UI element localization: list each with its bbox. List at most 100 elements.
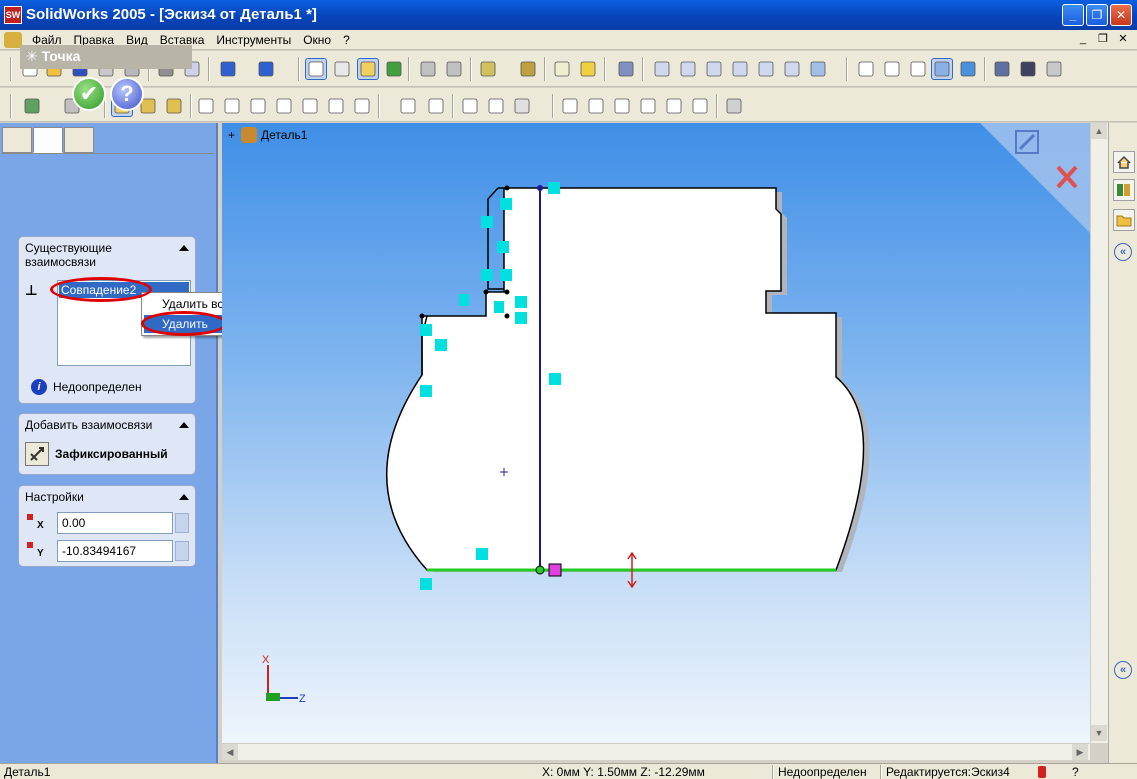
wireframe-icon[interactable] — [856, 59, 876, 79]
move-entities-icon[interactable] — [690, 96, 710, 116]
help-tool-icon[interactable] — [578, 59, 598, 79]
vertical-scrollbar[interactable]: ▲ ▼ — [1090, 123, 1108, 743]
feature-manager-tab[interactable] — [2, 127, 32, 153]
scroll-right-icon[interactable]: ▶ — [1072, 744, 1088, 760]
folder-icon[interactable] — [1113, 209, 1135, 231]
collapse-arrow-icon[interactable] — [179, 422, 189, 428]
collapse-arrow-icon[interactable] — [179, 494, 189, 500]
extend-icon[interactable] — [486, 96, 506, 116]
fix-relation-button[interactable] — [25, 442, 49, 466]
spline-tool-icon[interactable] — [164, 96, 184, 116]
collapse-task-pane-icon[interactable]: « — [1114, 243, 1132, 261]
circular-pattern-icon[interactable] — [664, 96, 684, 116]
properties-icon[interactable] — [552, 59, 572, 79]
tangent-relation-icon[interactable] — [420, 578, 432, 590]
three-point-arc-icon[interactable] — [326, 96, 346, 116]
arc-tool-icon[interactable] — [274, 96, 294, 116]
horizontal-scrollbar[interactable]: ◀ ▶ — [222, 743, 1090, 760]
hidden-lines-icon[interactable] — [882, 59, 902, 79]
circle-tool-icon[interactable] — [248, 96, 268, 116]
menu-item[interactable]: Инструменты — [210, 33, 297, 47]
grid-icon[interactable] — [418, 59, 438, 79]
expand-task-pane-icon[interactable]: « — [1114, 661, 1132, 679]
x-spinner[interactable] — [175, 513, 189, 533]
vertical-relation-icon[interactable] — [476, 548, 488, 560]
collapse-arrow-icon[interactable] — [179, 245, 189, 251]
scroll-up-icon[interactable]: ▲ — [1091, 123, 1107, 139]
help-status-icon[interactable]: ? — [1072, 765, 1079, 779]
select-other-icon[interactable] — [332, 59, 352, 79]
hidden-removed-icon[interactable] — [908, 59, 928, 79]
menu-item[interactable]: Окно — [297, 33, 337, 47]
horizontal-relation-icon[interactable] — [497, 241, 509, 253]
tangent-relation-icon[interactable] — [515, 312, 527, 324]
redo-icon[interactable] — [256, 59, 276, 79]
linear-pattern-icon[interactable] — [638, 96, 658, 116]
scroll-down-icon[interactable]: ▼ — [1091, 725, 1107, 741]
rebuild-status-icon[interactable] — [1038, 766, 1046, 778]
rectangle-tool-icon[interactable] — [222, 96, 242, 116]
point-tool-icon[interactable] — [426, 96, 446, 116]
configuration-manager-tab[interactable] — [64, 127, 94, 153]
tangent-relation-icon[interactable] — [500, 198, 512, 210]
graphics-viewport[interactable]: + Деталь1 X Z — [222, 123, 1090, 743]
home-icon[interactable] — [1113, 151, 1135, 173]
zoom-fit-icon[interactable] — [652, 59, 672, 79]
tangent-relation-icon[interactable] — [548, 182, 560, 194]
smart-mate-icon[interactable] — [518, 59, 538, 79]
y-spinner[interactable] — [175, 541, 189, 561]
sketch-point[interactable] — [504, 185, 510, 191]
menu-item[interactable]: ? — [337, 33, 356, 47]
repair-sketch-icon[interactable] — [724, 96, 744, 116]
zoom-selection-icon[interactable] — [730, 59, 750, 79]
tangent-relation-icon[interactable] — [481, 216, 493, 228]
horizontal-relation-icon[interactable] — [435, 339, 447, 351]
pan-icon[interactable] — [782, 59, 802, 79]
spline-icon[interactable] — [398, 96, 418, 116]
sketch-point[interactable] — [483, 289, 489, 295]
vertical-relation-icon[interactable] — [494, 301, 504, 313]
sketch-point[interactable] — [537, 185, 543, 191]
rebuild-icon[interactable] — [384, 59, 404, 79]
centerline-icon[interactable] — [352, 96, 372, 116]
dimension-icon[interactable] — [478, 59, 498, 79]
sketch-icon[interactable] — [357, 58, 379, 80]
tangent-arc-icon[interactable] — [300, 96, 320, 116]
sketch-relations-icon[interactable] — [22, 96, 42, 116]
undo-icon[interactable] — [218, 59, 238, 79]
zoom-in-icon[interactable] — [704, 59, 724, 79]
shaded-icon[interactable] — [958, 59, 978, 79]
sketch-point[interactable] — [504, 313, 510, 319]
sketch-profile[interactable] — [386, 187, 865, 571]
ok-button[interactable]: ✔ — [72, 77, 106, 111]
tangent-relation-icon[interactable] — [481, 269, 493, 281]
appearance-icon[interactable] — [1044, 59, 1064, 79]
shaded-edges-icon[interactable] — [931, 58, 953, 80]
view-settings-icon[interactable] — [1018, 59, 1038, 79]
select-icon[interactable] — [305, 58, 327, 80]
vertical-relation-icon[interactable] — [459, 294, 469, 306]
tangent-relation-icon[interactable] — [420, 324, 432, 336]
horizontal-relation-icon[interactable] — [515, 296, 527, 308]
library-icon[interactable] — [1113, 179, 1135, 201]
fixed-relation-label[interactable]: Зафиксированный — [55, 447, 168, 461]
line-tool-icon[interactable] — [196, 96, 216, 116]
coincident-marker-icon[interactable] — [548, 563, 562, 577]
sketch-point[interactable] — [419, 313, 425, 319]
chamfer-sketch-icon[interactable] — [612, 96, 632, 116]
maximize-button[interactable]: ❐ — [1086, 4, 1108, 26]
y-coordinate-input[interactable] — [57, 540, 173, 562]
zoom-area-icon[interactable] — [678, 59, 698, 79]
mirror-icon[interactable] — [560, 96, 580, 116]
scroll-left-icon[interactable]: ◀ — [222, 744, 238, 760]
help-button[interactable]: ? — [110, 77, 144, 111]
trim-icon[interactable] — [460, 96, 480, 116]
offset-icon[interactable] — [512, 96, 532, 116]
x-coordinate-input[interactable] — [57, 512, 173, 534]
sketch-canvas[interactable]: X Z — [222, 123, 1090, 743]
tangent-relation-icon[interactable] — [420, 385, 432, 397]
options-icon[interactable] — [444, 59, 464, 79]
tangent-relation-icon[interactable] — [500, 269, 512, 281]
close-button[interactable]: ✕ — [1110, 4, 1132, 26]
selected-point[interactable] — [535, 565, 545, 575]
